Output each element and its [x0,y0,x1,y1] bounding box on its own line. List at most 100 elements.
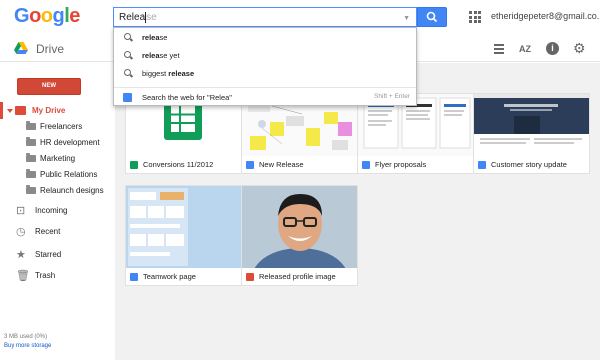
sidebar-item-label: Recent [35,227,61,236]
web-search-label: Search the web for "Relea" [142,93,232,102]
search-icon [124,51,131,58]
site-file-icon [130,273,138,281]
logo-letter: e [69,5,80,27]
suggestion-text: biggest release [142,69,194,78]
file-card[interactable]: Released profile image [241,185,358,286]
autocomplete-suggestion[interactable]: release yet [114,47,416,65]
sidebar-item-trash[interactable]: 🗑 Trash [0,267,115,284]
clock-icon: ◷ [16,226,26,238]
suggestion-text: release yet [142,51,180,60]
sidebar-item-label: Relaunch designs [40,186,104,195]
google-web-search-icon [123,93,132,102]
search-button[interactable] [417,7,447,27]
search-autocomplete-dropdown: release release yet biggest release Sear… [113,27,417,106]
suggestion-rest: biggest [142,69,169,78]
profile-photo-thumbnail [242,186,357,269]
suggestion-rest: se yet [159,51,180,60]
sidebar-item-label: My Drive [32,106,66,115]
search-options-dropdown-icon[interactable]: ▼ [403,12,410,25]
sidebar-item-label: Trash [35,271,56,280]
web-search-option[interactable]: Search the web for "Relea" Shift + Enter [114,89,416,107]
search-icon [124,69,131,76]
file-name: Teamwork page [143,272,196,281]
docs-file-icon [362,161,370,169]
site-file-icon [478,161,486,169]
suggestion-text: release [142,33,167,42]
sidebar-item-label: Starred [35,250,62,259]
incoming-icon: ⊡ [16,205,26,217]
folder-icon [26,153,36,162]
apps-grid-icon[interactable] [469,11,481,23]
file-caption: Teamwork page [126,268,241,285]
file-caption: Released profile image [242,268,357,285]
suggestion-bold: relea [142,51,160,60]
file-thumbnail [126,186,241,269]
buy-storage-link[interactable]: Buy more storage [4,343,51,349]
suggestion-bold: release [168,69,195,78]
star-icon: ★ [16,249,26,261]
active-indicator [0,102,3,119]
sidebar-item-label: Marketing [40,154,76,163]
sidebar-folder-public-relations[interactable]: Public Relations [0,166,115,183]
folder-icon [26,121,36,130]
logo-letter: g [52,5,65,27]
logo-letter: o [40,5,53,27]
suggestion-bold: relea [142,33,160,42]
dropdown-divider [114,87,416,88]
website-thumbnail-icon [474,94,589,144]
sidebar-item-label: HR development [40,138,100,147]
file-card[interactable]: Teamwork page [125,185,242,286]
folder-icon [26,169,36,178]
settings-gear-icon[interactable]: ⚙ [573,40,587,56]
file-name: New Release [259,160,304,169]
file-thumbnail [474,94,589,157]
storage-used-text: 3 MB used (0%) [4,334,48,340]
sidebar-folder-marketing[interactable]: Marketing [0,150,115,167]
file-caption: Conversions 11/2012 [126,156,241,173]
logo-letter: o [29,5,41,27]
file-card[interactable]: Customer story update [473,93,590,174]
sidebar-item-recent[interactable]: ◷ Recent [0,223,115,240]
my-drive-icon [15,106,26,115]
google-logo[interactable]: Google [14,5,80,28]
sidebar-item-starred[interactable]: ★ Starred [0,246,115,263]
sheets-file-icon [130,161,138,169]
suggestion-rest: se [159,33,168,42]
search-input[interactable]: Release ▼ [113,7,417,27]
sidebar-item-incoming[interactable]: ⊡ Incoming [0,202,115,219]
search-ghost-text: se [146,12,157,23]
sidebar-item-label: Public Relations [40,170,98,179]
drive-logo-icon[interactable] [14,42,28,54]
sidebar-folder-relaunch-designs[interactable]: Relaunch designs [0,182,115,199]
autocomplete-suggestion[interactable]: release [114,29,416,47]
sidebar-folder-hr-development[interactable]: HR development [0,134,115,151]
sidebar-item-my-drive[interactable]: My Drive [0,102,115,119]
image-file-icon [246,273,254,281]
sort-options-icon[interactable]: AZ [519,44,533,58]
expand-triangle-icon[interactable] [7,109,13,113]
search-typed-text: Relea [119,12,146,23]
list-view-icon[interactable] [492,42,506,56]
sidebar-item-label: Incoming [35,206,68,215]
file-name: Customer story update [491,160,567,169]
account-email[interactable]: etheridgepeter8@gmail.co... [491,11,599,21]
keyboard-shortcut: Shift + Enter [374,93,410,100]
sidebar-folder-freelancers[interactable]: Freelancers [0,118,115,135]
teamwork-page-thumbnail-icon [128,188,188,266]
file-thumbnail [242,186,357,269]
sidebar: NEW My Drive Freelancers HR development … [0,63,115,360]
file-name: Released profile image [259,272,336,281]
info-icon[interactable]: i [546,42,559,55]
search-icon [124,33,131,40]
drive-title: Drive [36,42,65,56]
drawing-file-icon [246,161,254,169]
file-caption: New Release [242,156,357,173]
folder-icon [26,185,36,194]
file-name: Conversions 11/2012 [143,160,214,169]
sidebar-item-label: Freelancers [40,122,83,131]
new-button[interactable]: NEW [17,78,81,95]
file-grid: Conversions 11/2012 New Release Flyer pr… [115,63,600,360]
trash-icon: 🗑 [16,270,30,282]
autocomplete-suggestion[interactable]: biggest release [114,65,416,83]
logo-letter: G [14,5,30,27]
